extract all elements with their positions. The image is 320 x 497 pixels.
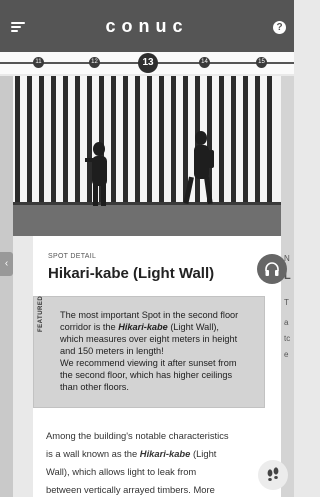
timeline-dot-15[interactable]: 15: [256, 57, 267, 68]
timeline-dot-12[interactable]: 12: [89, 57, 100, 68]
featured-tag: FEATURED: [38, 295, 44, 332]
description-line: Among the building's notable characteris…: [46, 430, 229, 441]
description-line-part: is a wall known as the: [46, 448, 140, 459]
next-card-text: T: [284, 298, 289, 307]
spot-title: Hikari-kabe (Light Wall): [48, 265, 215, 282]
spot-timeline: 11 12 13 14 15: [0, 52, 294, 74]
light-wall-image: [13, 76, 281, 236]
app-header: conuc ?: [0, 0, 294, 52]
featured-line-part: (Light Wall),: [167, 322, 219, 332]
description-line-part: (Light: [190, 448, 217, 459]
next-card-text: a: [284, 318, 289, 327]
description-highlight: Hikari-kabe: [139, 448, 191, 459]
featured-line: which measures over eight meters in heig…: [60, 334, 238, 344]
footsteps-icon: [267, 467, 279, 481]
description-line: between vertically arrayed timbers. More: [46, 484, 215, 495]
timeline-dot-13-active[interactable]: 13: [138, 53, 158, 73]
next-card-edge[interactable]: N L T a tc e: [281, 76, 294, 497]
featured-line: the second floor, which has higher ceili…: [60, 370, 233, 380]
spot-description: Among the building's notable characteris…: [46, 427, 266, 497]
featured-line: We recommend viewing it after sunset fro…: [60, 358, 237, 368]
featured-text: The most important Spot in the second fl…: [60, 309, 263, 393]
featured-line-part: corridor is the: [60, 322, 119, 332]
headphones-icon: [265, 262, 279, 276]
description-line: Wall), which allows light to leak from: [46, 466, 197, 477]
next-card-text: e: [284, 350, 289, 359]
description-line: is a wall known as the Hikari-kabe (Ligh…: [46, 445, 266, 463]
featured-box: FEATURED The most important Spot in the …: [33, 296, 265, 408]
featured-line: and 150 meters in length!: [60, 346, 164, 356]
timeline-dot-11[interactable]: 11: [33, 57, 44, 68]
app-logo: conuc: [105, 16, 189, 36]
audio-guide-button[interactable]: [257, 254, 287, 284]
featured-highlight: Hikari-kabe: [118, 322, 168, 332]
timeline-dot-14[interactable]: 14: [199, 57, 210, 68]
spot-photo: [13, 76, 281, 236]
footsteps-button[interactable]: [258, 460, 288, 490]
previous-card-edge[interactable]: [0, 76, 13, 497]
featured-line: The most important Spot in the second fl…: [60, 310, 239, 320]
spot-detail-label: SPOT DETAIL: [48, 253, 97, 260]
featured-line: than other floors.: [60, 382, 129, 392]
previous-arrow-icon[interactable]: ‹: [0, 252, 13, 276]
next-card-text: tc: [284, 334, 291, 343]
help-icon[interactable]: ?: [273, 21, 286, 34]
featured-line: corridor is the Hikari-kabe (Light Wall)…: [60, 321, 263, 333]
